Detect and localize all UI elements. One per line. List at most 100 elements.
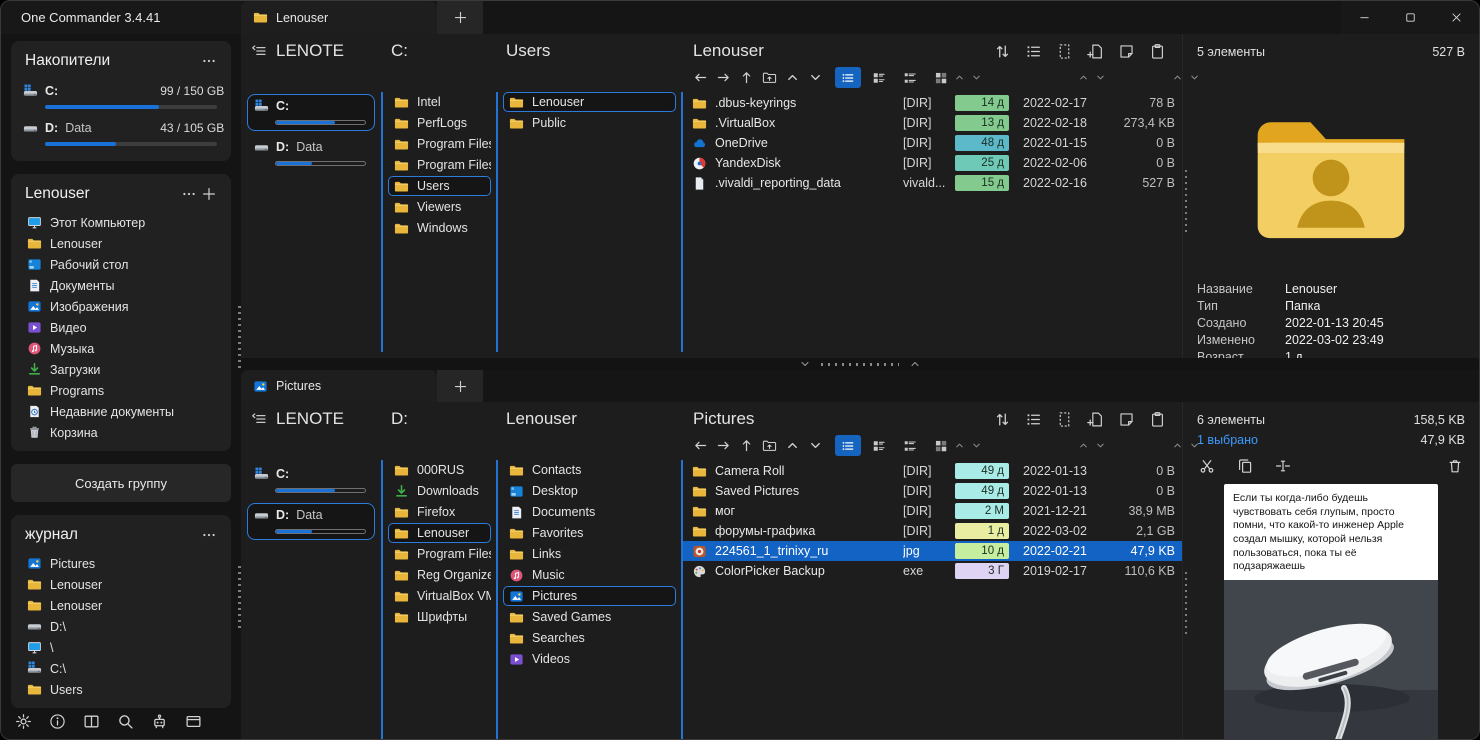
list-item[interactable]: Program Files (... [388,155,491,175]
note-button[interactable] [1116,41,1137,62]
list-item[interactable]: Pictures [503,586,676,606]
list-item[interactable]: Contacts [503,460,676,480]
info-button[interactable] [47,711,68,732]
clipboard-button[interactable] [1147,409,1168,430]
list-item[interactable]: Program Files [388,134,491,154]
list-item[interactable]: Корзина [21,422,221,443]
list-item[interactable]: D:\ [21,616,221,637]
list-options-button[interactable] [1023,41,1044,62]
list-item[interactable]: Lenouser [21,574,221,595]
list-item[interactable]: Шрифты [388,607,491,627]
drive-item[interactable]: C: 99 / 150 GB [247,462,375,499]
menu-back-icon[interactable] [251,43,267,59]
tab-lenouser[interactable]: Lenouser [241,1,437,34]
sort-button[interactable] [992,409,1013,430]
folder-up-button[interactable] [760,68,779,87]
file-row[interactable]: YandexDisk [DIR] 25 д 2022-02-06 0 B [681,153,1182,173]
list-item[interactable]: Загрузки [21,359,221,380]
list-item[interactable]: PerfLogs [388,113,491,133]
list-item[interactable]: Links [503,544,676,564]
list-item[interactable]: \ [21,637,221,658]
view-list-button[interactable] [835,67,861,88]
list-item[interactable]: Public [503,113,676,133]
file-row[interactable]: .VirtualBox [DIR] 13 д 2022-02-18 273,4 … [681,113,1182,133]
list-item[interactable]: Users [388,176,491,196]
tab-pictures[interactable]: Pictures [241,370,437,402]
list-item[interactable]: Downloads [388,481,491,501]
pane-splitter-handle[interactable] [238,566,241,630]
drives-menu-button[interactable] [199,51,219,71]
new-tab-button[interactable] [437,1,483,34]
list-item[interactable]: Pictures [21,553,221,574]
sort-button[interactable] [992,41,1013,62]
drive-item[interactable]: C: 99 / 150 GB [21,79,224,116]
list-item[interactable]: Музыка [21,338,221,359]
list-item[interactable]: Lenouser [503,92,676,112]
split-view-button[interactable] [81,711,102,732]
list-item[interactable]: Program Files [388,544,491,564]
list-item[interactable]: Lenouser [21,595,221,616]
back-button[interactable] [691,68,710,87]
list-item[interactable]: Firefox [388,502,491,522]
list-item[interactable]: VirtualBox VMs [388,586,491,606]
file-row[interactable]: Camera Roll [DIR] 49 д 2022-01-13 0 B [681,461,1182,481]
clipboard-button[interactable] [1147,41,1168,62]
folder-up-button[interactable] [760,436,779,455]
list-options-button[interactable] [1023,409,1044,430]
file-row[interactable]: ColorPicker Backup exe 3 Г 2019-02-17 11… [681,561,1182,581]
image-preview[interactable]: Если ты когда-либо будешь чувствовать се… [1224,484,1438,739]
drive-item[interactable]: D: Data 43 / 105 GB [21,116,224,153]
list-item[interactable]: Изображения [21,296,221,317]
drive-item[interactable]: C: 99 / 150 GB [247,94,375,131]
chevron-down-button[interactable] [806,68,825,87]
minimize-button[interactable] [1341,1,1387,34]
forward-button[interactable] [714,436,733,455]
copy-button[interactable] [1235,456,1255,476]
list-item[interactable]: Видео [21,317,221,338]
list-item[interactable]: Lenouser [21,233,221,254]
view-tiles-button[interactable] [928,67,954,88]
favorites-add-button[interactable] [199,184,219,204]
list-item[interactable]: C:\ [21,658,221,679]
pane-divider[interactable] [241,358,1479,370]
list-item[interactable]: Videos [503,649,676,669]
file-row[interactable]: форумы-графика [DIR] 1 д 2022-03-02 2,1 … [681,521,1182,541]
list-item[interactable]: Users [21,679,221,700]
sort-pair[interactable] [954,72,982,83]
file-row[interactable]: мог [DIR] 2 М 2021-12-21 38,9 MB [681,501,1182,521]
file-dashed-button[interactable] [1054,41,1075,62]
close-button[interactable] [1433,1,1479,34]
file-plus-button[interactable] [1085,41,1106,62]
list-item[interactable]: 000RUS [388,460,491,480]
maximize-button[interactable] [1387,1,1433,34]
list-item[interactable]: Programs [21,380,221,401]
trash-button[interactable] [1445,456,1465,476]
favorites-menu-button[interactable] [179,184,199,204]
list-item[interactable]: Reg Organizer... [388,565,491,585]
list-item[interactable]: Desktop [503,481,676,501]
up-button[interactable] [737,436,756,455]
view-tiles-button[interactable] [928,435,954,456]
chevron-up-button[interactable] [783,68,802,87]
search-button[interactable] [115,711,136,732]
view-details-button[interactable] [866,67,892,88]
up-button[interactable] [737,68,756,87]
chevron-up-button[interactable] [783,436,802,455]
file-plus-button[interactable] [1085,409,1106,430]
list-item[interactable]: Lenouser [388,523,491,543]
view-details-button[interactable] [866,435,892,456]
window-layout-button[interactable] [183,711,204,732]
file-row[interactable]: .dbus-keyrings [DIR] 14 д 2022-02-17 78 … [681,93,1182,113]
create-group-button[interactable]: Создать группу [11,464,231,502]
file-row[interactable]: .vivaldi_reporting_data vivald... 15 д 2… [681,173,1182,193]
view-content-button[interactable] [897,435,923,456]
list-item[interactable]: Этот Компьютер [21,212,221,233]
forward-button[interactable] [714,68,733,87]
sort-pair[interactable] [1078,440,1106,451]
gear-button[interactable] [13,711,34,732]
list-item[interactable]: Документы [21,275,221,296]
list-item[interactable]: Рабочий стол [21,254,221,275]
sort-pair[interactable] [954,440,982,451]
file-row[interactable]: Saved Pictures [DIR] 49 д 2022-01-13 0 B [681,481,1182,501]
file-row[interactable]: OneDrive [DIR] 48 д 2022-01-15 0 B [681,133,1182,153]
